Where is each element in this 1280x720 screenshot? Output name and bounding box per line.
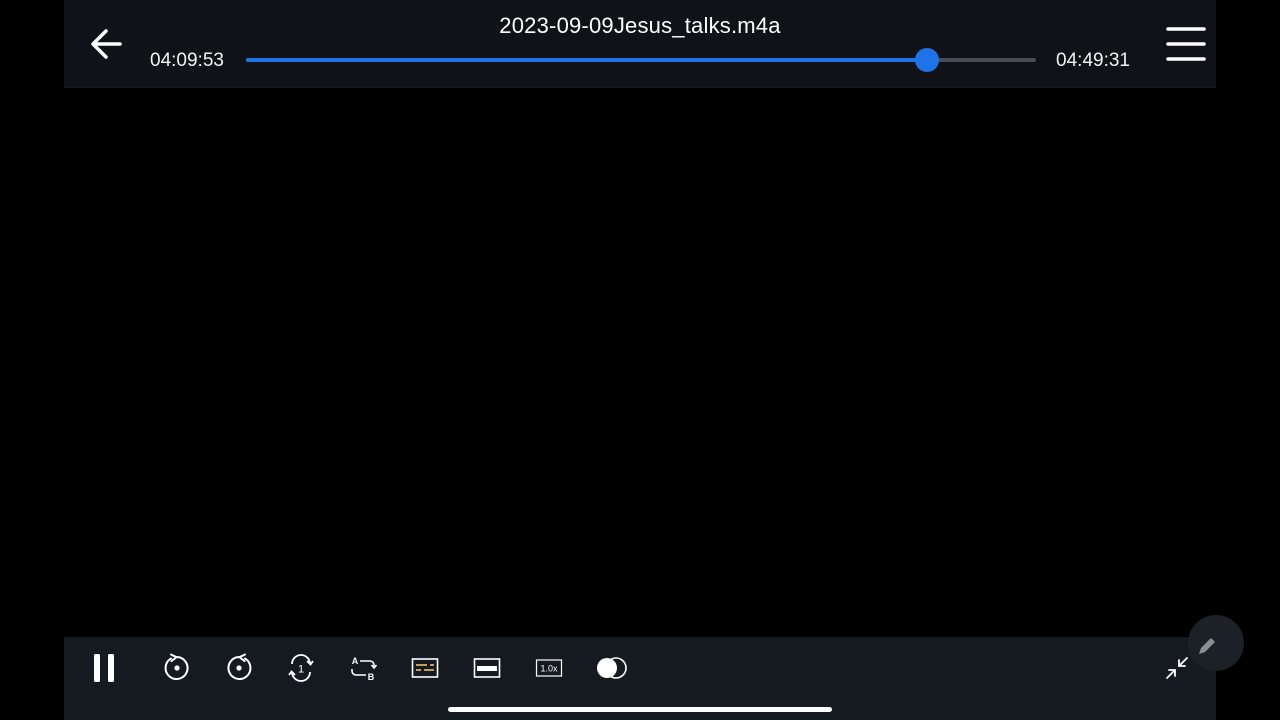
menu-button[interactable] xyxy=(1166,24,1206,64)
mode-toggle-icon xyxy=(597,657,627,679)
elapsed-time: 04:09:53 xyxy=(150,50,224,71)
repeat-one-label: 1 xyxy=(298,664,304,676)
subtitles-icon xyxy=(411,658,439,678)
ab-label-a: A xyxy=(352,656,359,666)
repeat-one-button[interactable]: 1 xyxy=(283,650,319,686)
playback-speed-button[interactable]: 1.0x xyxy=(531,650,567,686)
collapse-button[interactable] xyxy=(1159,650,1195,686)
hamburger-menu-icon xyxy=(1166,27,1206,61)
subtitle-bar-button[interactable] xyxy=(469,650,505,686)
player-screen: 2023-09-09Jesus_talks.m4a 04:09:53 04:49… xyxy=(64,0,1244,720)
edit-button[interactable] xyxy=(1188,615,1244,671)
seek-bar[interactable] xyxy=(246,48,1036,72)
subtitles-button[interactable] xyxy=(407,650,443,686)
pause-icon xyxy=(94,654,114,682)
forward-button[interactable] xyxy=(221,650,257,686)
ab-repeat-icon: A B xyxy=(351,656,378,682)
top-bar: 2023-09-09Jesus_talks.m4a 04:09:53 04:49… xyxy=(64,0,1216,88)
repeat-one-icon: 1 xyxy=(288,654,314,682)
rewind-icon xyxy=(164,653,189,680)
collapse-icon xyxy=(1166,657,1188,679)
track-title: 2023-09-09Jesus_talks.m4a xyxy=(499,13,781,38)
seek-progress xyxy=(246,58,927,62)
pause-button[interactable] xyxy=(86,650,122,686)
bottom-controls: 1 A B 1.0x xyxy=(64,615,1244,720)
rewind-button[interactable] xyxy=(159,650,195,686)
mode-toggle-button[interactable] xyxy=(593,650,629,686)
playback-speed-icon: 1.0x xyxy=(535,659,563,677)
home-indicator[interactable] xyxy=(448,707,832,712)
total-duration: 04:49:31 xyxy=(1056,50,1130,71)
subtitle-bar-icon xyxy=(473,658,501,678)
ab-repeat-button[interactable]: A B xyxy=(345,650,381,686)
seek-thumb[interactable] xyxy=(914,48,939,72)
fast-forward-icon xyxy=(227,653,252,680)
pencil-icon xyxy=(1199,638,1215,654)
ab-label-b: B xyxy=(368,672,375,682)
playback-speed-label: 1.0x xyxy=(540,664,558,674)
